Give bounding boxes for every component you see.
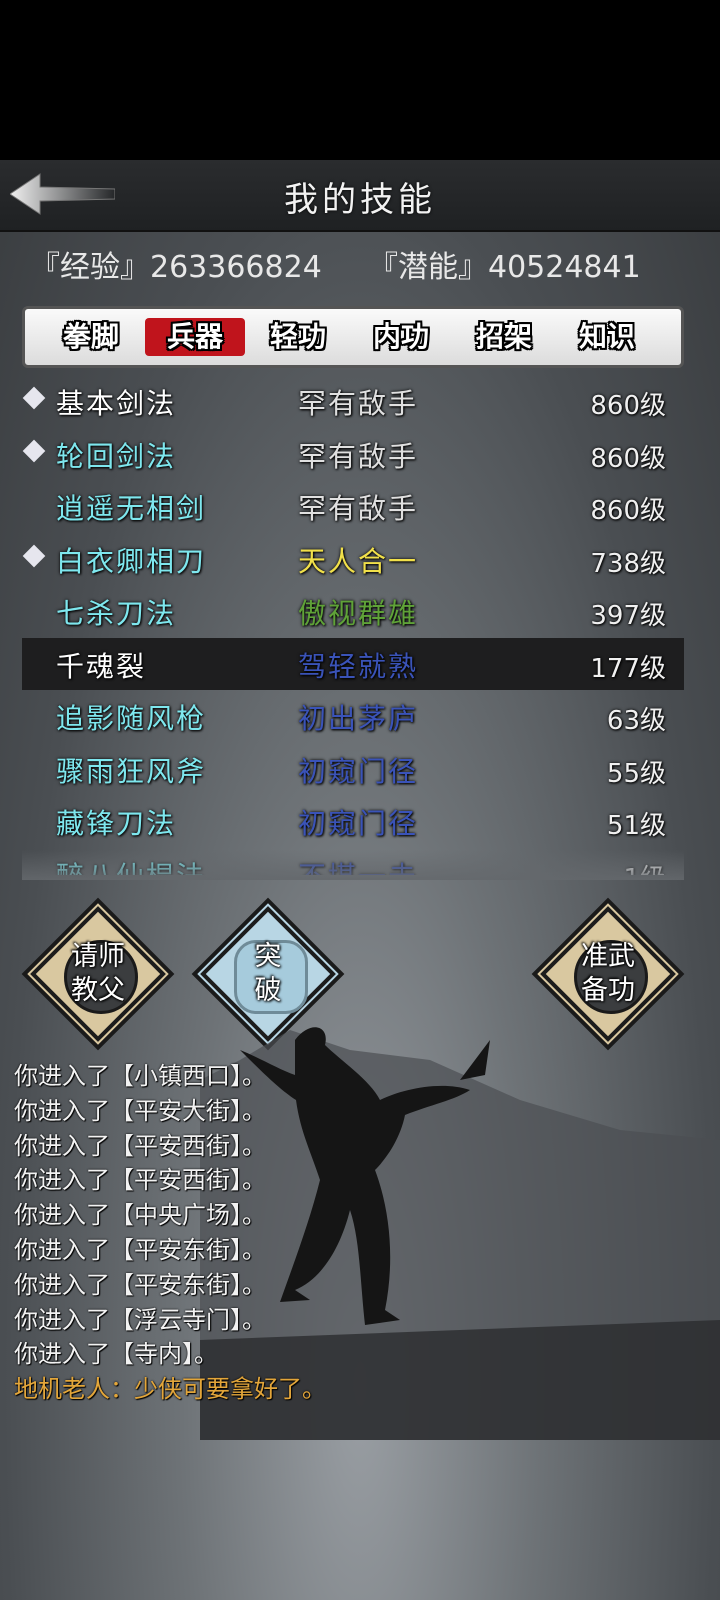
skill-level: 860级 [590,496,666,526]
ask-teacher-label: 请师 教父 [71,941,125,1006]
log-line: 你进入了【平安东街】。 [14,1270,266,1299]
skill-level: 63级 [606,706,666,736]
log-line: 你进入了【平安东街】。 [14,1236,266,1264]
skill-name: 白衣卿相刀 [56,544,207,578]
skill-rank: 驾轻就熟 [298,649,419,683]
tab-internal[interactable]: 内功 [351,318,451,356]
game-screen: 我的技能 『经验』263366824 『潜能』40524841 拳脚 兵器 轻功… [0,160,720,1600]
skill-row[interactable]: 基本剑法 罕有敌手 860级 [22,375,684,427]
skill-name: 轮回剑法 [56,439,177,473]
list-fade [22,850,684,880]
skill-row[interactable]: 千魂裂 驾轻就熟 177级 [22,637,684,690]
skill-rank: 天人合一 [298,544,419,578]
message-log: 你进入了【小镇西口】。 你进入了【平安大街】。 你进入了【平安西街】。 你进入了【平安… [0,1056,720,1436]
skill-rank: 罕有敌手 [298,387,419,420]
skill-row[interactable]: 藏锋刀法 初窥门径 51级 [22,795,684,847]
skill-name: 七杀刀法 [56,597,177,630]
skill-name: 追影随风枪 [56,702,207,735]
equipped-diamond-icon [22,386,46,410]
tab-fist[interactable]: 拳脚 [41,318,141,356]
skill-rank: 傲视群雄 [298,597,419,630]
log-line: 你进入了【寺内】。 [14,1340,218,1369]
tab-knowledge[interactable]: 知识 [557,318,657,356]
skill-row[interactable]: 七杀刀法 傲视群雄 397级 [22,585,684,637]
tab-lightness[interactable]: 轻功 [248,318,348,356]
log-line: 你进入了【小镇西口】。 [14,1062,266,1090]
skill-rank: 初窥门径 [298,807,419,840]
skill-list: 基本剑法 罕有敌手 860级 轮回剑法 罕有敌手 860级 逍遥无相剑 罕有敌手 860级 白衣卿… [22,375,684,875]
log-line: 你进入了【平安西街】。 [14,1131,266,1160]
skill-row[interactable]: 轮回剑法 罕有敌手 860级 [22,428,684,480]
log-line: 你进入了【平安大街】。 [14,1096,266,1125]
skill-rank: 罕有敌手 [298,492,419,525]
prepare-skill-label: 准武 备功 [581,941,635,1006]
skill-level: 860级 [590,391,666,421]
title-bar: 我的技能 [0,160,720,232]
skill-row[interactable]: 追影随风枪 初出茅庐 63级 [22,690,684,742]
log-line: 你进入了【中央广场】。 [14,1201,266,1230]
skill-category-tabs: 拳脚 兵器 轻功 内功 招架 知识 [22,306,684,368]
experience-value: 『经验』263366824 [30,250,322,285]
tab-parry[interactable]: 招架 [454,318,554,356]
log-line: 你进入了【平安西街】。 [14,1166,266,1195]
skill-level: 55级 [606,758,666,789]
equipped-diamond-icon [22,439,46,462]
skill-level: 397级 [590,601,666,631]
potential-value: 『潜能』40524841 [368,250,641,285]
skill-rank: 初出茅庐 [298,702,419,735]
skill-row[interactable]: 逍遥无相剑 罕有敌手 860级 [22,480,684,532]
skill-rank: 初窥门径 [298,754,419,788]
npc-dialogue-line: 地机老人：少侠可要拿好了。 [14,1375,326,1404]
stats-bar: 『经验』263366824 『潜能』40524841 [30,242,690,285]
skill-row[interactable]: 骤雨狂风斧 初窥门径 55级 [22,743,684,795]
skill-level: 51级 [606,811,666,841]
skill-name: 藏锋刀法 [56,807,177,840]
log-line: 你进入了【浮云寺门】。 [14,1305,266,1334]
skill-name: 骤雨狂风斧 [56,754,207,788]
skill-row[interactable]: 白衣卿相刀 天人合一 738级 [22,533,684,585]
breakthrough-label: 突破 [254,941,282,1006]
skill-rank: 罕有敌手 [298,439,419,473]
skill-level: 738级 [590,548,666,579]
skill-name: 逍遥无相剑 [56,492,207,525]
skill-level: 177级 [590,653,666,684]
skill-name: 基本剑法 [56,387,177,420]
skill-name: 千魂裂 [56,649,147,683]
ask-teacher-button[interactable]: 请师 教父 [30,906,166,1042]
skill-level: 860级 [590,443,666,474]
equipped-diamond-icon [22,544,46,567]
page-title: 我的技能 [284,180,436,220]
tab-weapon[interactable]: 兵器 [145,318,245,356]
